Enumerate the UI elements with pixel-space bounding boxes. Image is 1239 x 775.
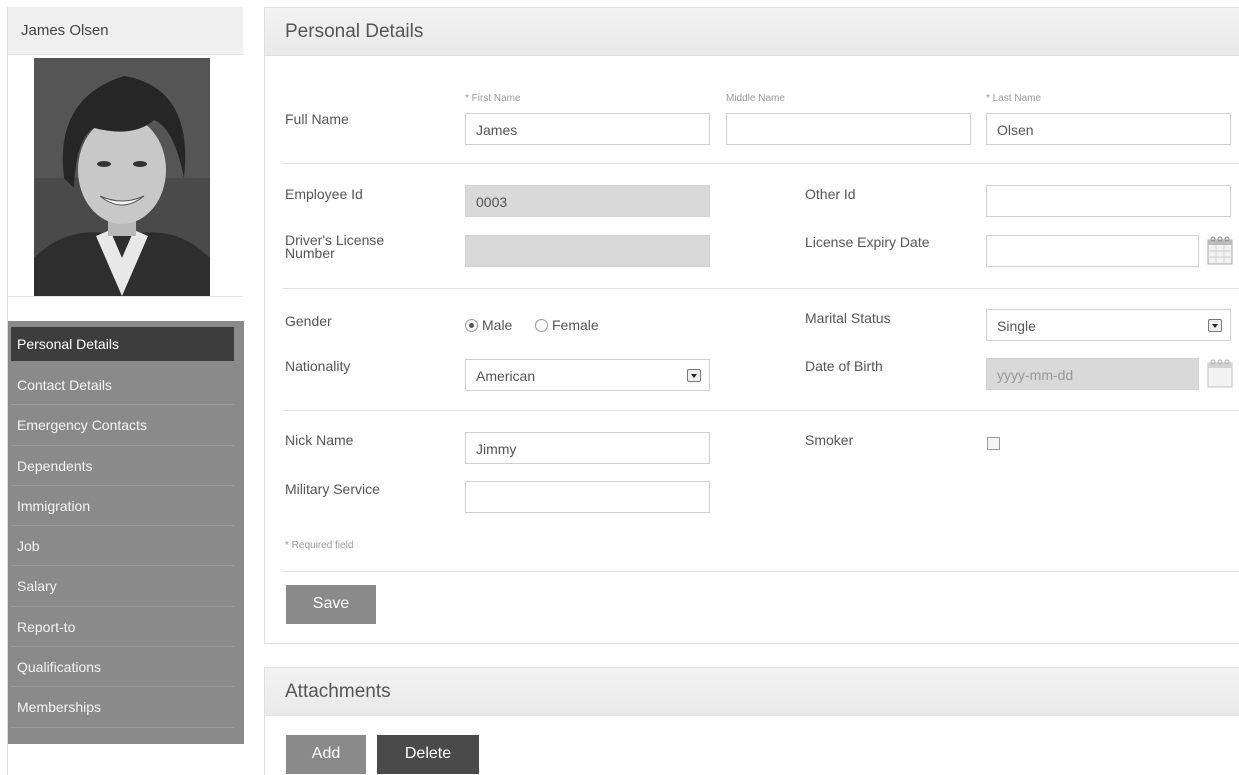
delete-attachment-button[interactable]: Delete	[377, 735, 479, 774]
gender-male-radio[interactable]	[465, 319, 478, 332]
nationality-select[interactable]: American	[465, 359, 710, 391]
nickname-label: Nick Name	[285, 432, 354, 448]
other-id-label: Other Id	[805, 186, 856, 202]
employee-id-input[interactable]: 0003	[465, 185, 710, 217]
other-id-input[interactable]	[986, 185, 1231, 217]
military-service-input[interactable]	[465, 481, 710, 513]
marital-status-label: Marital Status	[805, 310, 891, 326]
first-name-input[interactable]: James	[465, 113, 710, 145]
chevron-down-icon	[1208, 319, 1222, 332]
first-name-label: * First Name	[465, 93, 521, 104]
middle-name-label: Middle Name	[726, 93, 785, 104]
required-field-note: * Required field	[285, 540, 354, 551]
middle-name-input[interactable]	[726, 113, 971, 145]
license-expiry-label: License Expiry Date	[805, 234, 930, 250]
smoker-checkbox[interactable]	[987, 437, 1000, 450]
full-name-label: Full Name	[285, 111, 349, 127]
marital-status-value: Single	[997, 318, 1036, 334]
gender-female-radio[interactable]	[535, 319, 548, 332]
nav-item-report-to[interactable]: Report-to	[11, 607, 234, 648]
nickname-input[interactable]: Jimmy	[465, 432, 710, 464]
nav-item-dependents[interactable]: Dependents	[11, 446, 234, 486]
license-label-line2: Number	[285, 245, 335, 261]
photo-container	[8, 55, 243, 297]
nav-item-emergency-contacts[interactable]: Emergency Contacts	[11, 405, 234, 446]
nationality-label: Nationality	[285, 358, 351, 374]
save-button[interactable]: Save	[286, 585, 376, 624]
profile-sidebar: James Olsen Personal Details Contact Det…	[7, 7, 244, 775]
section-nav: Personal Details Contact Details Emergen…	[8, 321, 244, 744]
nav-item-qualifications[interactable]: Qualifications	[11, 647, 234, 688]
last-name-input[interactable]: Olsen	[986, 113, 1231, 145]
employee-photo[interactable]	[34, 58, 210, 296]
calendar-icon[interactable]	[1207, 358, 1233, 388]
divider	[283, 288, 1239, 289]
nav-item-immigration[interactable]: Immigration	[11, 486, 234, 527]
license-number-input[interactable]	[465, 235, 710, 267]
divider	[283, 410, 1239, 411]
nav-item-salary[interactable]: Salary	[11, 566, 234, 607]
nav-item-contact-details[interactable]: Contact Details	[11, 365, 234, 406]
nav-item-memberships[interactable]: Memberships	[11, 687, 234, 728]
add-attachment-button[interactable]: Add	[286, 735, 366, 774]
nationality-value: American	[476, 368, 536, 384]
chevron-down-icon	[687, 369, 701, 382]
license-expiry-input[interactable]	[986, 235, 1199, 267]
marital-status-select[interactable]: Single	[986, 309, 1231, 341]
last-name-label: * Last Name	[986, 93, 1042, 104]
attachments-panel: Attachments Add Delete	[264, 667, 1239, 775]
gender-male-label: Male	[482, 317, 513, 333]
employee-id-label: Employee Id	[285, 186, 363, 202]
smoker-label: Smoker	[805, 432, 854, 448]
dob-label: Date of Birth	[805, 358, 883, 374]
gender-label: Gender	[285, 313, 332, 329]
personal-details-panel: Personal Details Full Name * First Name …	[264, 7, 1239, 644]
gender-female-label: Female	[552, 317, 599, 333]
nav-item-personal-details[interactable]: Personal Details	[11, 327, 234, 361]
dob-input[interactable]: yyyy-mm-dd	[986, 358, 1199, 390]
calendar-icon[interactable]	[1207, 235, 1233, 265]
license-label: Driver's License Number	[285, 233, 384, 261]
attachments-title: Attachments	[265, 668, 1239, 716]
employee-name: James Olsen	[8, 7, 243, 55]
divider	[283, 571, 1239, 572]
panel-title: Personal Details	[265, 8, 1239, 56]
military-service-label: Military Service	[285, 481, 380, 497]
divider	[283, 163, 1239, 164]
nav-item-job[interactable]: Job	[11, 526, 234, 567]
